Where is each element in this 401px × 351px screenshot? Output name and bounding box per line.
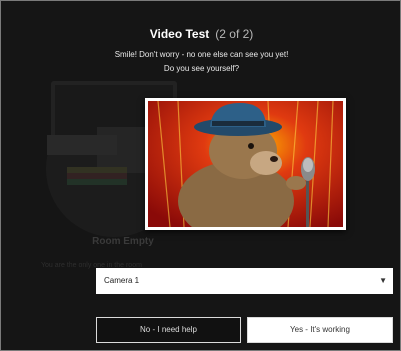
camera-select[interactable]: Camera 1 ▼	[96, 268, 393, 294]
title-text: Video Test	[149, 27, 210, 41]
dialog-subtitle: Smile! Don't worry - no one else can see…	[1, 48, 401, 76]
its-working-button[interactable]: Yes - It's working	[247, 317, 393, 343]
room-empty-title: Room Empty	[92, 236, 154, 247]
camera-select-value: Camera 1	[104, 276, 140, 285]
subtitle-line-2: Do you see yourself?	[163, 64, 240, 73]
chevron-down-icon: ▼	[379, 276, 387, 285]
camera-feed-image	[148, 101, 343, 227]
step-indicator: (2 of 2)	[215, 27, 254, 41]
video-test-dialog: Video Test (2 of 2) Smile! Don't worry - …	[0, 0, 401, 351]
dialog-title: Video Test (2 of 2)	[1, 27, 401, 41]
video-preview	[145, 98, 346, 230]
subtitle-line-1: Smile! Don't worry - no one else can see…	[114, 50, 289, 59]
need-help-button[interactable]: No - I need help	[96, 317, 241, 343]
